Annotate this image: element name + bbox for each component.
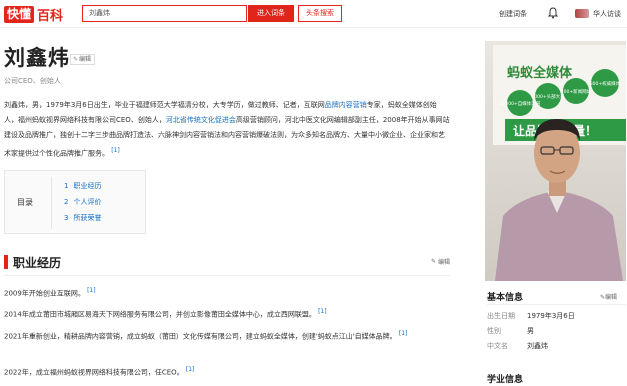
edit-label: 编辑 [605, 294, 618, 301]
career-section-header: 职业经历 ✎ 编辑 [4, 252, 450, 276]
avatar[interactable] [575, 9, 589, 18]
info-row-gender: 性别 男 [487, 326, 534, 336]
info-value: 刘鑫炜 [527, 342, 548, 350]
info-key: 中文名 [487, 342, 508, 350]
info-key: 出生日期 [487, 312, 515, 320]
toc-item-label: 职业经历 [73, 182, 102, 190]
toc-title: 目录 [17, 198, 33, 207]
summary-reference[interactable]: [1] [111, 147, 120, 154]
career-reference[interactable]: [1] [318, 308, 327, 315]
info-row-chinese-name: 中文名 刘鑫炜 [487, 341, 548, 351]
toc-item-number: 1 [64, 182, 69, 190]
user-name[interactable]: 华人访谈 [593, 9, 621, 19]
banner-brand-text: 蚂蚁全媒体 [507, 65, 573, 81]
basic-info-title: 基本信息 [487, 293, 524, 303]
svg-text:400+新闻网站: 400+新闻网站 [561, 88, 592, 95]
career-entry: 2021年重新创业，精耕品牌内容营销，成立蚂蚁（莆田）文化传媒有限公司，建立蚂蚁… [4, 327, 450, 343]
toc-divider [51, 177, 52, 229]
summary-link-brand-marketing[interactable]: 品牌内容营销 [325, 101, 367, 109]
page-title: 刘鑫炜 [4, 46, 70, 70]
career-entry-text: 2014年成立莆田市城厢区易海天下网络服务有限公司，并创立影像莆田全媒体中心，成… [4, 310, 316, 319]
toc-item-number: 3 [64, 214, 69, 222]
toc-item-evaluation[interactable]: 2 个人评价 [64, 197, 101, 207]
search-input[interactable]: 刘鑫炜 [82, 5, 247, 22]
table-of-contents: 目录 1 职业经历 2 个人评价 3 所获荣誉 [4, 170, 146, 234]
career-entry-text: 2022年，成立福州蚂蚁视界网络科技有限公司，任CEO。 [4, 368, 184, 377]
toc-item-career[interactable]: 1 职业经历 [64, 181, 101, 191]
create-entry-link[interactable]: 创建词条 [499, 9, 527, 19]
toutiao-search-button[interactable]: 头条搜索 [298, 5, 342, 22]
career-reference[interactable]: [1] [399, 330, 408, 337]
pencil-icon: ✎ [430, 258, 436, 265]
profile-photo-illustration: 蚂蚁全媒体 12000+自媒体渠道 3000+头部大号 400+新闻网站 300… [485, 41, 626, 281]
pencil-icon: ✎ [73, 56, 79, 63]
career-reference[interactable]: [1] [186, 366, 195, 373]
edit-button[interactable]: ✎ 编辑 [70, 54, 96, 65]
edit-label: 编辑 [437, 259, 450, 266]
site-logo[interactable]: 快懂 百科 [4, 5, 64, 24]
career-reference[interactable]: [1] [87, 287, 96, 294]
career-section-title: 职业经历 [13, 256, 62, 270]
logo-mark: 快懂 [4, 5, 35, 23]
profile-photo[interactable]: 蚂蚁全媒体 12000+自媒体渠道 3000+头部大号 400+新闻网站 300… [485, 41, 626, 281]
summary-text-1: 刘鑫炜，男，1979年3月6日出生，毕业于福建师范大学福清分校，大专学历，做过教… [4, 101, 325, 109]
svg-text:12000+自媒体渠道: 12000+自媒体渠道 [500, 100, 541, 107]
info-key: 性别 [487, 327, 501, 335]
career-edit-button[interactable]: ✎ 编辑 [431, 257, 450, 266]
section-accent-bar [4, 255, 8, 269]
career-entry: 2014年成立莆田市城厢区易海天下网络服务有限公司，并创立影像莆田全媒体中心，成… [4, 305, 450, 321]
career-entry-text: 2021年重新创业，精耕品牌内容营销，成立蚂蚁（莆田）文化传媒有限公司，建立蚂蚁… [4, 332, 397, 341]
info-edit-button[interactable]: ✎编辑 [600, 292, 617, 301]
toc-item-label: 所获荣誉 [73, 214, 102, 222]
toc-item-number: 2 [64, 198, 69, 206]
career-entry-text: 2009年开始创业互联网。 [4, 289, 85, 298]
toc-item-label: 个人评价 [73, 198, 102, 206]
summary-link-hebei-association[interactable]: 河北省传统文化促进会 [166, 116, 236, 124]
summary-paragraph: 刘鑫炜，男，1979年3月6日出生，毕业于福建师范大学福清分校，大专学历，做过教… [4, 98, 450, 161]
page-subtitle: 公司CEO、创始人 [4, 77, 61, 85]
enter-entry-button[interactable]: 进入词条 [248, 5, 294, 22]
info-divider [487, 304, 626, 305]
career-entry: 2009年开始创业互联网。 [1] [4, 284, 450, 300]
bell-icon[interactable] [548, 7, 558, 19]
career-entry: 2022年，成立福州蚂蚁视界网络科技有限公司，任CEO。 [1] [4, 363, 450, 379]
edit-label: 编辑 [79, 56, 92, 63]
logo-text: 百科 [37, 8, 64, 24]
info-row-birthdate: 出生日期 1979年3月6日 [487, 311, 575, 321]
toc-item-honors[interactable]: 3 所获荣誉 [64, 213, 101, 223]
svg-text:300+权威媒体: 300+权威媒体 [590, 80, 621, 87]
info-value: 男 [527, 327, 534, 335]
top-bar: 快懂 百科 刘鑫炜 进入词条 头条搜索 创建词条 华人访谈 [0, 0, 627, 28]
info-value: 1979年3月6日 [527, 312, 575, 320]
education-info-title: 学业信息 [487, 375, 524, 385]
